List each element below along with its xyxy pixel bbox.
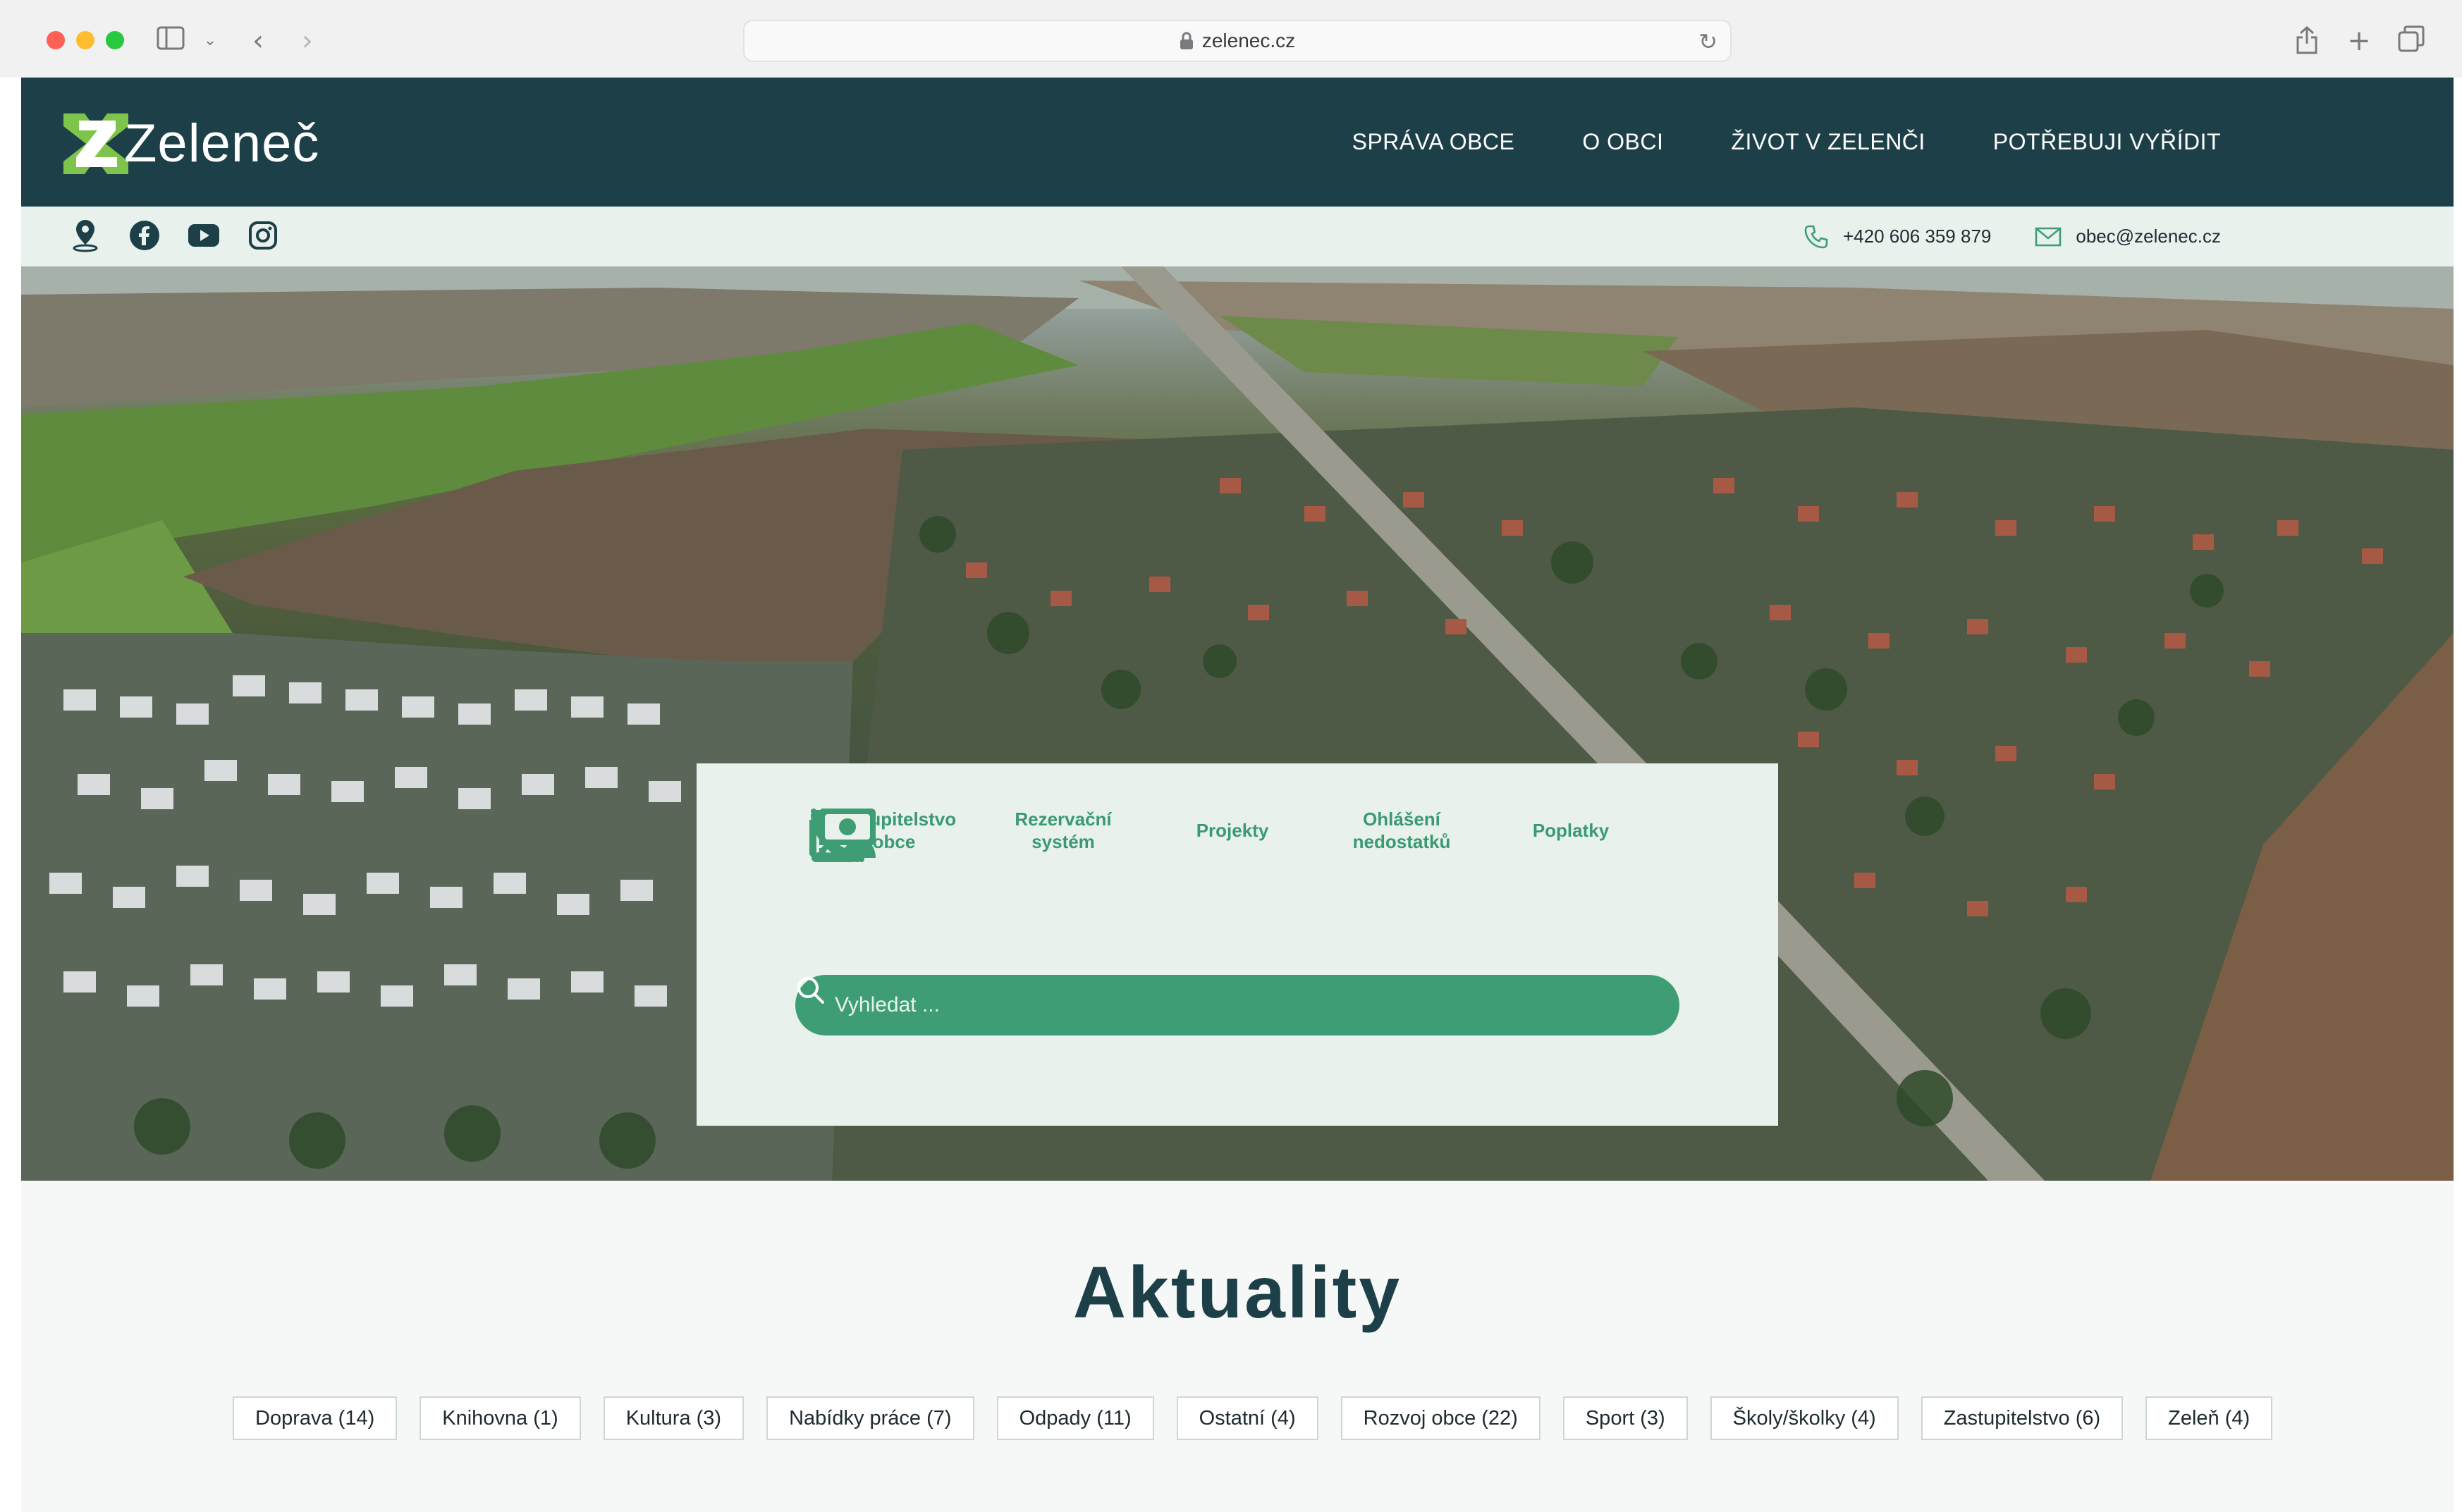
tag-odpady[interactable]: Odpady (11) (996, 1396, 1154, 1440)
news-category-tags: Doprava (14) Knihovna (1) Kultura (3) Na… (233, 1396, 2277, 1440)
tag-knihovna[interactable]: Knihovna (1) (419, 1396, 581, 1440)
search-icon (797, 977, 824, 1004)
minimize-window-button[interactable] (76, 31, 94, 49)
logo-text: Zeleneč (124, 113, 320, 173)
nav-potrebuji-vyridit[interactable]: POTŘEBUJI VYŘÍDIT (1993, 129, 2221, 155)
users-icon (814, 809, 928, 930)
window-controls (47, 31, 124, 49)
tag-zelen[interactable]: Zeleň (4) (2145, 1396, 2273, 1440)
quick-link-projekty[interactable]: Projekty (811, 807, 1317, 930)
main-nav: SPRÁVA OBCE O OBCI ŽIVOT V ZELENČI POTŘE… (1352, 78, 2221, 207)
share-icon[interactable] (2291, 25, 2322, 56)
tag-rozvoj-obce[interactable]: Rozvoj obce (22) (1340, 1396, 1541, 1440)
phone-number: +420 606 359 879 (1843, 226, 1992, 247)
route-icon (811, 809, 1266, 930)
address-bar[interactable]: zelenec.cz ↻ (743, 20, 1732, 62)
quick-link-rezervacni-system[interactable]: Rezervační systém (812, 807, 1148, 930)
news-heading: Aktuality (21, 1251, 2454, 1335)
tag-doprava[interactable]: Doprava (14) (233, 1396, 398, 1440)
sidebar-toggle-icon[interactable] (155, 25, 186, 56)
quick-link-label: Rezervační systém (1015, 809, 1112, 852)
nav-o-obci[interactable]: O OBCI (1582, 129, 1663, 155)
quick-link-label: Poplatky (1532, 820, 1610, 841)
site-header: Zeleneč SPRÁVA OBCE O OBCI ŽIVOT V ZELEN… (21, 78, 2454, 207)
quick-link-label: Ohlášení nedostatků (1352, 809, 1451, 852)
chevron-down-icon[interactable]: ⌄ (195, 25, 226, 56)
site-logo[interactable]: Zeleneč (63, 113, 319, 174)
new-tab-icon[interactable]: + (2344, 25, 2375, 56)
url-text: zelenec.cz (1201, 30, 1296, 51)
phone-contact[interactable]: +420 606 359 879 (1803, 224, 1991, 250)
email-address: obec@zelenec.cz (2076, 226, 2221, 247)
tag-kultura[interactable]: Kultura (3) (603, 1396, 745, 1440)
money-icon (809, 809, 1605, 930)
tag-skoly-skolky[interactable]: Školy/školky (4) (1710, 1396, 1899, 1440)
tag-nabidky-prace[interactable]: Nabídky práce (7) (766, 1396, 974, 1440)
tag-zastupitelstvo[interactable]: Zastupitelstvo (6) (1921, 1396, 2124, 1440)
calendar-icon (812, 809, 1097, 930)
back-button[interactable]: ‹ (243, 25, 274, 56)
mail-icon (2035, 227, 2062, 246)
facebook-icon[interactable] (128, 219, 161, 252)
contact-info: +420 606 359 879 obec@zelenec.cz (1803, 207, 2221, 266)
tag-ostatni[interactable]: Ostatní (4) (1176, 1396, 1318, 1440)
youtube-icon[interactable] (188, 219, 220, 252)
phone-icon (1804, 225, 1828, 248)
quick-links: Zastupitelstvo obce Rezervační systém Pr… (809, 807, 1655, 930)
social-links (69, 219, 279, 252)
forward-button[interactable]: › (292, 25, 323, 56)
phone-volume-icon (811, 809, 1435, 930)
tag-sport[interactable]: Sport (3) (1562, 1396, 1688, 1440)
quick-link-label: Projekty (1196, 820, 1269, 841)
lock-icon (1180, 32, 1193, 49)
hero-aerial-image: Zastupitelstvo obce Rezervační systém Pr… (21, 266, 2454, 1181)
news-heading-rest: ktuality (1128, 1252, 1402, 1334)
nav-zivot-v-zelenci[interactable]: ŽIVOT V ZELENČI (1731, 129, 1925, 155)
map-pin-icon[interactable] (69, 219, 102, 252)
quick-link-ohlaseni-nedostatku[interactable]: Ohlášení nedostatků (811, 807, 1486, 930)
tab-overview-icon[interactable] (2396, 25, 2427, 56)
news-heading-initial: A (1072, 1252, 1128, 1334)
instagram-icon[interactable] (247, 219, 279, 252)
browser-toolbar: ⌄ ‹ › zelenec.cz ↻ + (0, 0, 2462, 78)
reload-icon[interactable]: ↻ (1698, 28, 1717, 55)
logo-mark-icon (63, 113, 128, 174)
zoom-window-button[interactable] (106, 31, 124, 49)
close-window-button[interactable] (47, 31, 65, 49)
nav-sprava-obce[interactable]: SPRÁVA OBCE (1352, 129, 1515, 155)
search-input[interactable] (835, 993, 1610, 1017)
news-section: Aktuality Doprava (14) Knihovna (1) Kult… (21, 1181, 2454, 1512)
quick-link-poplatky[interactable]: Poplatky (809, 807, 1655, 930)
email-contact[interactable]: obec@zelenec.cz (2035, 226, 2221, 247)
search-bar[interactable] (795, 975, 1679, 1035)
contact-bar: +420 606 359 879 obec@zelenec.cz (21, 207, 2454, 266)
quick-links-panel: Zastupitelstvo obce Rezervační systém Pr… (697, 763, 1778, 1126)
